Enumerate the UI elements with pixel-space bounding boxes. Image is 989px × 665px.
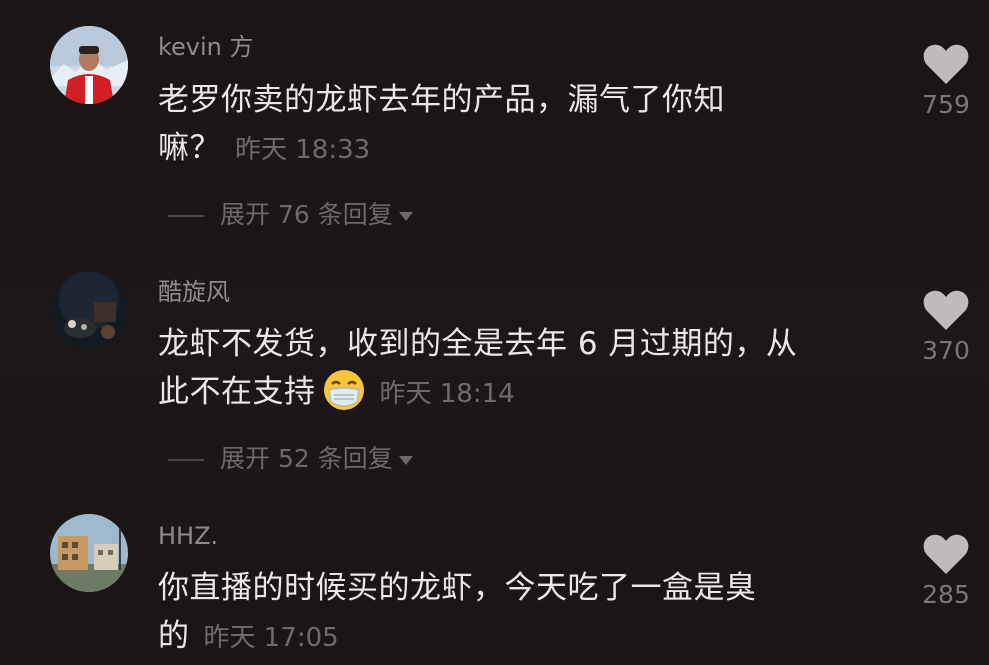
comment-text-tail: 的 (158, 618, 190, 654)
comment-text-tail: 嘛？ (158, 130, 221, 166)
divider-dash (168, 459, 204, 461)
building-photo-icon (50, 514, 128, 592)
comment-text-line-2: 此不在支持 昨天 18:14 (158, 368, 878, 418)
comment-text[interactable]: 龙虾不发货，收到的全是去年 6 月过期的，从 此不在支持 昨天 18:14 (158, 320, 878, 418)
masked-face-emoji-icon (322, 368, 366, 412)
avatar-person-icon (50, 26, 128, 104)
comment-text-line-2: 的昨天 17:05 (158, 612, 878, 662)
expand-replies-button[interactable]: 展开 52 条回复 (168, 444, 413, 474)
like-count: 370 (922, 336, 970, 365)
avatar[interactable] (50, 26, 128, 104)
like-count: 759 (922, 90, 970, 119)
comment-text-line-2: 嘛？ 昨天 18:33 (158, 124, 878, 174)
caret-down-icon (398, 211, 413, 221)
expand-replies-label: 展开 52 条回复 (220, 444, 393, 473)
comment-timestamp: 昨天 17:05 (203, 623, 339, 653)
comment-username[interactable]: HHZ. (158, 521, 218, 551)
comment-text[interactable]: 你直播的时候买的龙虾，今天吃了一盒是臭 的昨天 17:05 (158, 564, 878, 662)
heart-icon (923, 44, 969, 84)
comment-text[interactable]: 老罗你卖的龙虾去年的产品，漏气了你知 嘛？ 昨天 18:33 (158, 76, 878, 174)
comment-timestamp: 昨天 18:14 (379, 379, 515, 409)
comment-timestamp: 昨天 18:33 (235, 135, 371, 165)
comment-text-line: 龙虾不发货，收到的全是去年 6 月过期的，从 (158, 326, 798, 362)
comment-text-tail: 此不在支持 (158, 374, 316, 410)
like-count: 285 (922, 580, 970, 609)
like-button[interactable]: 285 (914, 534, 978, 610)
night-photo-icon (50, 272, 128, 350)
divider-dash (168, 215, 204, 217)
caret-down-icon (398, 455, 413, 465)
expand-replies-button[interactable]: 展开 76 条回复 (168, 200, 413, 230)
like-button[interactable]: 759 (914, 44, 978, 120)
comment-username[interactable]: kevin 方 (158, 32, 254, 62)
heart-icon (923, 290, 969, 330)
avatar[interactable] (50, 272, 128, 350)
like-button[interactable]: 370 (914, 290, 978, 366)
comment-list: kevin 方 老罗你卖的龙虾去年的产品，漏气了你知 嘛？ 昨天 18:33 展开… (0, 0, 989, 665)
comment-text-line: 老罗你卖的龙虾去年的产品，漏气了你知 (158, 82, 725, 118)
comment-username[interactable]: 酷旋风 (158, 277, 230, 307)
avatar[interactable] (50, 514, 128, 592)
comment-text-line: 你直播的时候买的龙虾，今天吃了一盒是臭 (158, 570, 757, 606)
expand-replies-label: 展开 76 条回复 (220, 200, 393, 229)
heart-icon (923, 534, 969, 574)
